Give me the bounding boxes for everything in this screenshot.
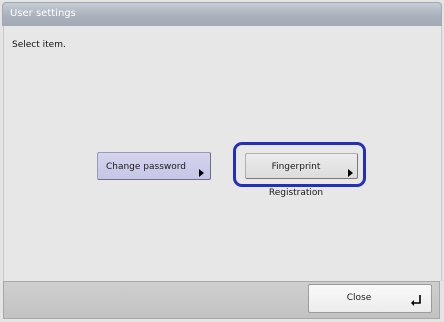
arrow-right-icon bbox=[199, 169, 204, 177]
select-item-prompt: Select item. bbox=[12, 40, 66, 50]
arrow-right-icon bbox=[348, 169, 353, 177]
content-panel: Select item. bbox=[3, 26, 442, 281]
window-titlebar: User settings bbox=[2, 2, 442, 26]
user-settings-window: User settings Select item. Change passwo… bbox=[0, 0, 444, 322]
window-title: User settings bbox=[10, 8, 76, 19]
fingerprint-registration-button[interactable]: Fingerprint Registration bbox=[245, 153, 358, 198]
close-label: Close bbox=[346, 293, 372, 303]
enter-return-icon bbox=[411, 295, 421, 306]
close-button[interactable]: Close bbox=[308, 284, 432, 313]
fingerprint-registration-label: Fingerprint Registration bbox=[268, 162, 324, 198]
change-password-label: Change password bbox=[105, 162, 187, 172]
change-password-button[interactable]: Change password bbox=[97, 152, 211, 180]
